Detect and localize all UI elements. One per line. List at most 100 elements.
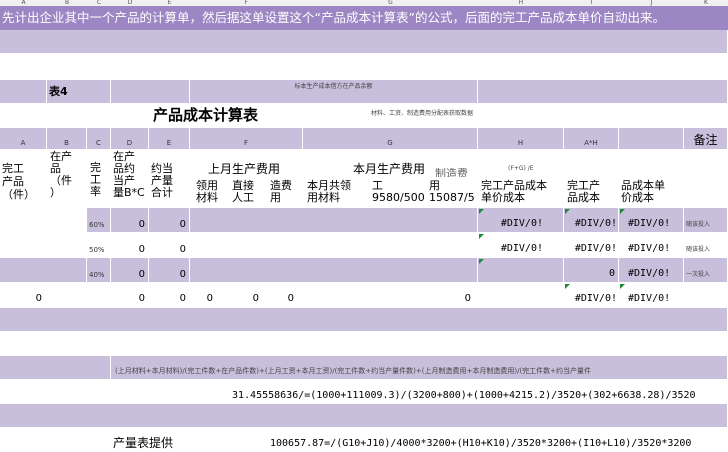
total-equivalent-cell[interactable]: 0 bbox=[149, 258, 190, 283]
header-material-this-month[interactable]: 本月共领 用材料 bbox=[303, 178, 370, 208]
header-total-equivalent[interactable]: 约当 产量 合计 bbox=[149, 150, 190, 208]
cell[interactable] bbox=[0, 104, 149, 128]
cell[interactable] bbox=[0, 356, 111, 380]
formula-description[interactable]: (上月材料+本月材料)/(完工件数+在产品件数)+(上月工资+本月工资)/(完工… bbox=[111, 356, 728, 380]
col-letter-g[interactable]: G bbox=[303, 128, 478, 150]
equivalent-cell[interactable]: 0 bbox=[111, 233, 149, 258]
total-equivalent-cell[interactable]: 0 bbox=[149, 233, 190, 258]
cell[interactable] bbox=[619, 128, 684, 150]
unit-cost-cell[interactable]: #DIV/0! bbox=[478, 233, 564, 258]
formula-error-marker bbox=[479, 209, 484, 214]
calc-line-1[interactable]: 31.45558636/=(1000+111009.3)/(3200+800)+… bbox=[230, 380, 728, 404]
total-finished[interactable]: 0 bbox=[0, 283, 47, 308]
blank-row[interactable] bbox=[0, 332, 728, 356]
table-title[interactable]: 产品成本计算表 bbox=[149, 104, 269, 128]
header-direct-labor[interactable]: 直接 人工 bbox=[228, 178, 268, 208]
finished-cost-cell[interactable]: #DIV/0! bbox=[564, 208, 619, 233]
cell[interactable] bbox=[190, 208, 478, 233]
table-label[interactable]: 表4 bbox=[47, 80, 111, 104]
cell[interactable] bbox=[190, 233, 478, 258]
note-source[interactable]: 材料、工资、制造费用分配表获取数据 bbox=[365, 104, 565, 128]
total-finished-cost[interactable]: #DIV/0! bbox=[564, 283, 619, 308]
cell[interactable] bbox=[0, 208, 87, 233]
cell[interactable] bbox=[190, 258, 478, 283]
header-finished-cost[interactable]: 完工产 品成本 bbox=[564, 178, 619, 208]
header-finished-products[interactable]: 完工 产品 （件） bbox=[0, 150, 47, 208]
row-note[interactable]: 随该投入 bbox=[684, 233, 728, 258]
cell[interactable] bbox=[111, 80, 190, 104]
cell[interactable] bbox=[619, 150, 684, 178]
note-top[interactable]: 标本生产成本借方在产品余额 bbox=[190, 80, 478, 104]
cell[interactable] bbox=[0, 380, 230, 404]
product-unit-cost-cell[interactable]: #DIV/0! bbox=[619, 233, 684, 258]
cell[interactable] bbox=[0, 258, 87, 283]
finished-cost-cell[interactable]: 0 bbox=[564, 258, 619, 283]
header-labor-this-month[interactable]: 工 9580/500 bbox=[370, 178, 427, 208]
col-letter-c[interactable]: C bbox=[87, 128, 111, 150]
cell[interactable] bbox=[478, 80, 728, 104]
col-letter-h[interactable]: H bbox=[478, 128, 564, 150]
blank-row[interactable] bbox=[0, 308, 728, 332]
formula-note-h[interactable]: (F+G) /E bbox=[478, 150, 564, 178]
finished-cost-cell[interactable]: #DIV/0! bbox=[564, 233, 619, 258]
rate-cell[interactable]: 50% bbox=[87, 233, 111, 258]
total-product-unit-cost[interactable]: #DIV/0! bbox=[619, 283, 684, 308]
equivalent-cell[interactable]: 0 bbox=[111, 258, 149, 283]
total-equivalent-cell[interactable]: 0 bbox=[149, 208, 190, 233]
header-overhead-this-month[interactable]: 用 15087/5 bbox=[427, 178, 478, 208]
col-letter-i[interactable]: A*H bbox=[564, 128, 619, 150]
formula-error-marker bbox=[479, 234, 484, 239]
header-overhead-top: 制造费 bbox=[427, 168, 478, 178]
formula-error-marker bbox=[479, 259, 484, 264]
header-wip-products[interactable]: 在产 品 （件 ） bbox=[47, 150, 87, 208]
rate-cell[interactable]: 40% bbox=[87, 258, 111, 283]
total-overhead[interactable]: 0 bbox=[268, 283, 303, 308]
total-material[interactable]: 0 bbox=[190, 283, 228, 308]
header-product-unit-cost[interactable]: 品成本单 价成本 bbox=[619, 178, 684, 208]
calc-line-2[interactable]: 100657.87=/(G10+J10)/4000*3200+(H10+K10)… bbox=[268, 428, 728, 452]
remark-header[interactable]: 备注 bbox=[684, 128, 728, 150]
formula-error-marker bbox=[620, 284, 625, 289]
unit-cost-cell[interactable]: #DIV/0! bbox=[478, 208, 564, 233]
cell[interactable] bbox=[478, 283, 564, 308]
unit-cost-cell[interactable] bbox=[478, 258, 564, 283]
equivalent-cell[interactable]: 0 bbox=[111, 208, 149, 233]
product-unit-cost-cell[interactable]: #DIV/0! bbox=[619, 208, 684, 233]
total-equivalent-sum[interactable]: 0 bbox=[149, 283, 190, 308]
product-unit-cost-cell[interactable]: #DIV/0! bbox=[619, 258, 684, 283]
cell[interactable] bbox=[47, 283, 111, 308]
header-completion-rate[interactable]: 完 工 率 bbox=[87, 150, 111, 208]
header-last-month-costs[interactable]: 上月生产费用 bbox=[190, 150, 303, 178]
header-equivalent-units[interactable]: 在产 品约 当产 量B*C bbox=[111, 150, 149, 208]
rate-cell[interactable]: 60% bbox=[87, 208, 111, 233]
row-note[interactable]: 一次投入 bbox=[684, 258, 728, 283]
col-letter-b[interactable]: B bbox=[47, 128, 87, 150]
col-letter-d[interactable]: D bbox=[111, 128, 149, 150]
cell[interactable] bbox=[0, 80, 47, 104]
formula-error-marker bbox=[565, 284, 570, 289]
col-letter-e[interactable]: E bbox=[149, 128, 190, 150]
blank-row[interactable] bbox=[0, 404, 728, 428]
blank-row[interactable] bbox=[0, 54, 728, 80]
col-letter-f[interactable]: F bbox=[190, 128, 303, 150]
footer-label[interactable]: 产量表提供 bbox=[111, 428, 268, 452]
cell[interactable] bbox=[0, 428, 111, 452]
cell[interactable] bbox=[269, 104, 303, 128]
total-equivalent[interactable]: 0 bbox=[111, 283, 149, 308]
header-material[interactable]: 领用 材料 bbox=[190, 178, 228, 208]
cell[interactable] bbox=[0, 233, 87, 258]
cell[interactable] bbox=[564, 150, 619, 178]
total-this-month[interactable]: 0 bbox=[303, 283, 478, 308]
blank-row[interactable] bbox=[0, 30, 728, 54]
cell[interactable] bbox=[684, 283, 728, 308]
instruction-banner: 先计出企业其中一个产品的计算单，然后据这单设置这个“产品成本计算表”的公式，后面… bbox=[0, 6, 728, 30]
cell[interactable] bbox=[564, 104, 728, 128]
row-note[interactable]: 随该投入 bbox=[684, 208, 728, 233]
total-labor[interactable]: 0 bbox=[228, 283, 268, 308]
header-overhead[interactable]: 造费 用 bbox=[268, 178, 303, 208]
cell[interactable] bbox=[684, 150, 728, 208]
spreadsheet: A B C D E F G H I J K 先计出企业其中一个产品的计算单，然后… bbox=[0, 0, 728, 452]
header-unit-cost[interactable]: 完工产品成本 单价成本 bbox=[478, 178, 564, 208]
formula-error-marker bbox=[565, 209, 570, 214]
col-letter-a[interactable]: A bbox=[0, 128, 47, 150]
